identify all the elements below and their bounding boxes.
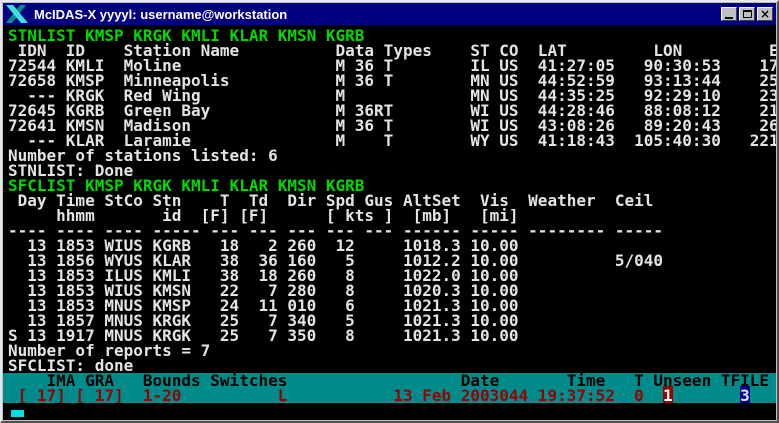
close-button[interactable]: × (757, 7, 773, 21)
close-icon: × (760, 8, 770, 20)
status-values-row: [ 17] [ 17] 1-20 L 13 Feb 2003044 19:37:… (8, 388, 776, 403)
maximize-icon (743, 10, 752, 18)
window-title: McIDAS-X yyyyl: username@workstation (34, 7, 287, 22)
command-input-area[interactable] (3, 403, 776, 420)
terminal-lines: STNLIST KMSP KRGK KMLI KLAR KMSN KGRB ID… (8, 28, 776, 373)
window-controls: × (721, 7, 773, 21)
titlebar[interactable]: McIDAS-X yyyyl: username@workstation × (3, 3, 776, 25)
mcidas-window: McIDAS-X yyyyl: username@workstation × S… (0, 0, 779, 423)
status-bar: IMA GRA Bounds Switches Date Time T Unse… (3, 373, 776, 403)
terminal-output: STNLIST KMSP KRGK KMLI KLAR KMSN KGRB ID… (3, 25, 776, 373)
text-cursor (11, 410, 24, 417)
maximize-button[interactable] (739, 7, 755, 21)
x11-logo-icon (6, 5, 28, 23)
minimize-icon (725, 17, 733, 19)
minimize-button[interactable] (721, 7, 737, 21)
